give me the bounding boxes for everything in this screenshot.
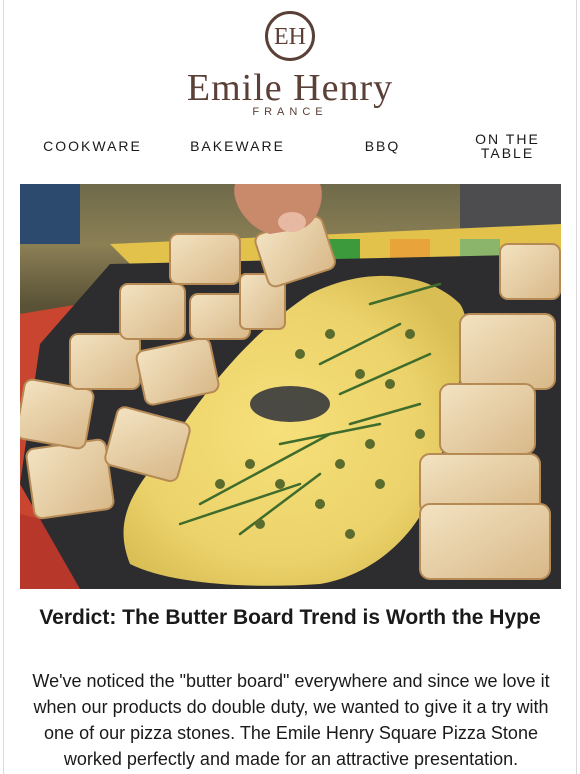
nav-item-bbq[interactable]: BBQ [318, 139, 448, 153]
nav-item-bakeware[interactable]: BAKEWARE [173, 139, 303, 153]
monogram-text: EH [274, 24, 306, 50]
monogram-logo-icon: EH [265, 11, 315, 61]
main-nav: COOKWARE BAKEWARE BBQ ON THE TABLE [20, 126, 560, 166]
header-logo[interactable]: EH Emile Henry FRANCE [0, 8, 580, 118]
nav-item-cookware[interactable]: COOKWARE [28, 139, 158, 153]
article-headline: Verdict: The Butter Board Trend is Worth… [39, 606, 541, 629]
brand-country: FRANCE [252, 106, 328, 118]
article-body: We've noticed the "butter board" everywh… [32, 671, 550, 769]
butter-board-photo [20, 184, 561, 589]
nav-item-on-the-table[interactable]: ON THE TABLE [463, 132, 553, 160]
brand-name: Emile Henry [186, 67, 394, 109]
hero-image[interactable] [20, 184, 561, 589]
nav-item-on-the-table-line2: TABLE [480, 145, 535, 161]
